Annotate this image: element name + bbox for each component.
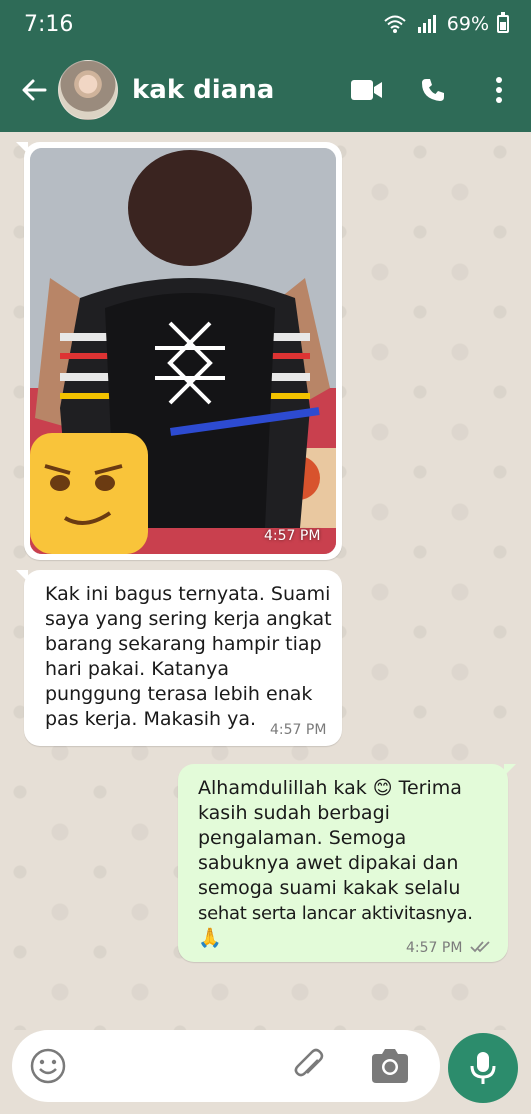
message-line: punggung terasa lebih enak <box>45 683 313 705</box>
message-time: 4:57 PM <box>264 528 321 544</box>
incoming-text-message[interactable]: Kak ini bagus ternyata. Suami saya yang … <box>16 570 342 746</box>
image-message[interactable]: 4:57 PM <box>16 142 342 560</box>
chat-header: kak diana <box>0 48 531 132</box>
message-line: barang sekarang hampir tiap <box>45 633 322 655</box>
wifi-icon <box>384 15 406 33</box>
battery-icon <box>497 12 509 33</box>
bubble-tail <box>504 764 516 776</box>
battery-percent: 69% <box>446 13 489 35</box>
camera-button[interactable] <box>368 1046 412 1086</box>
signal-icon <box>417 15 436 33</box>
voice-message-button[interactable] <box>448 1033 518 1103</box>
message-input-bar[interactable] <box>12 1030 440 1102</box>
avatar[interactable] <box>58 60 118 120</box>
message-line: kasih sudah berbagi <box>198 802 390 824</box>
voice-call-button[interactable] <box>411 68 455 112</box>
chat-area[interactable]: 4:57 PM Kak ini bagus ternyata. Suami sa… <box>0 132 531 1030</box>
video-camera-icon <box>351 80 382 100</box>
message-line: saya yang sering kerja angkat <box>45 608 332 630</box>
smiley-icon <box>30 1048 66 1084</box>
status-time: 7:16 <box>24 11 74 37</box>
phone-icon <box>422 79 444 101</box>
photo-illustration <box>30 148 336 554</box>
message-line: hari pakai. Katanya <box>45 658 229 680</box>
paperclip-icon <box>294 1048 324 1077</box>
bubble-tail <box>16 570 28 582</box>
message-line: Kak ini bagus ternyata. Suami <box>45 583 331 605</box>
emoji-button[interactable] <box>28 1046 68 1086</box>
message-time: 4:57 PM <box>406 940 463 956</box>
attach-button[interactable] <box>290 1046 330 1086</box>
microphone-icon <box>470 1052 496 1084</box>
shared-photo[interactable] <box>30 148 336 554</box>
message-line: sabuknya awet dipakai dan <box>198 852 459 874</box>
status-icons: 69% <box>383 12 509 35</box>
status-bar: 7:16 69% <box>0 0 531 48</box>
camera-icon <box>372 1049 408 1083</box>
message-line: Alhamdulillah kak 😊 Terima <box>198 777 462 799</box>
double-check-icon <box>470 941 490 953</box>
message-text: Alhamdulillah kak 😊 Terima kasih sudah b… <box>198 776 473 951</box>
contact-name[interactable]: kak diana <box>132 75 345 105</box>
more-vertical-icon <box>496 77 502 103</box>
arrow-left-icon <box>22 79 47 101</box>
message-text: Kak ini bagus ternyata. Suami saya yang … <box>45 582 332 732</box>
bubble-tail <box>16 142 28 154</box>
back-button[interactable] <box>12 68 56 112</box>
message-line: semoga suami kakak selalu <box>198 877 461 899</box>
message-line: sehat serta lancar aktivitasnya. <box>198 903 473 924</box>
outgoing-text-message[interactable]: Alhamdulillah kak 😊 Terima kasih sudah b… <box>178 764 516 962</box>
more-options-button[interactable] <box>477 68 521 112</box>
video-call-button[interactable] <box>345 68 389 112</box>
message-line: pengalaman. Semoga <box>198 827 407 849</box>
message-time: 4:57 PM <box>270 722 327 738</box>
